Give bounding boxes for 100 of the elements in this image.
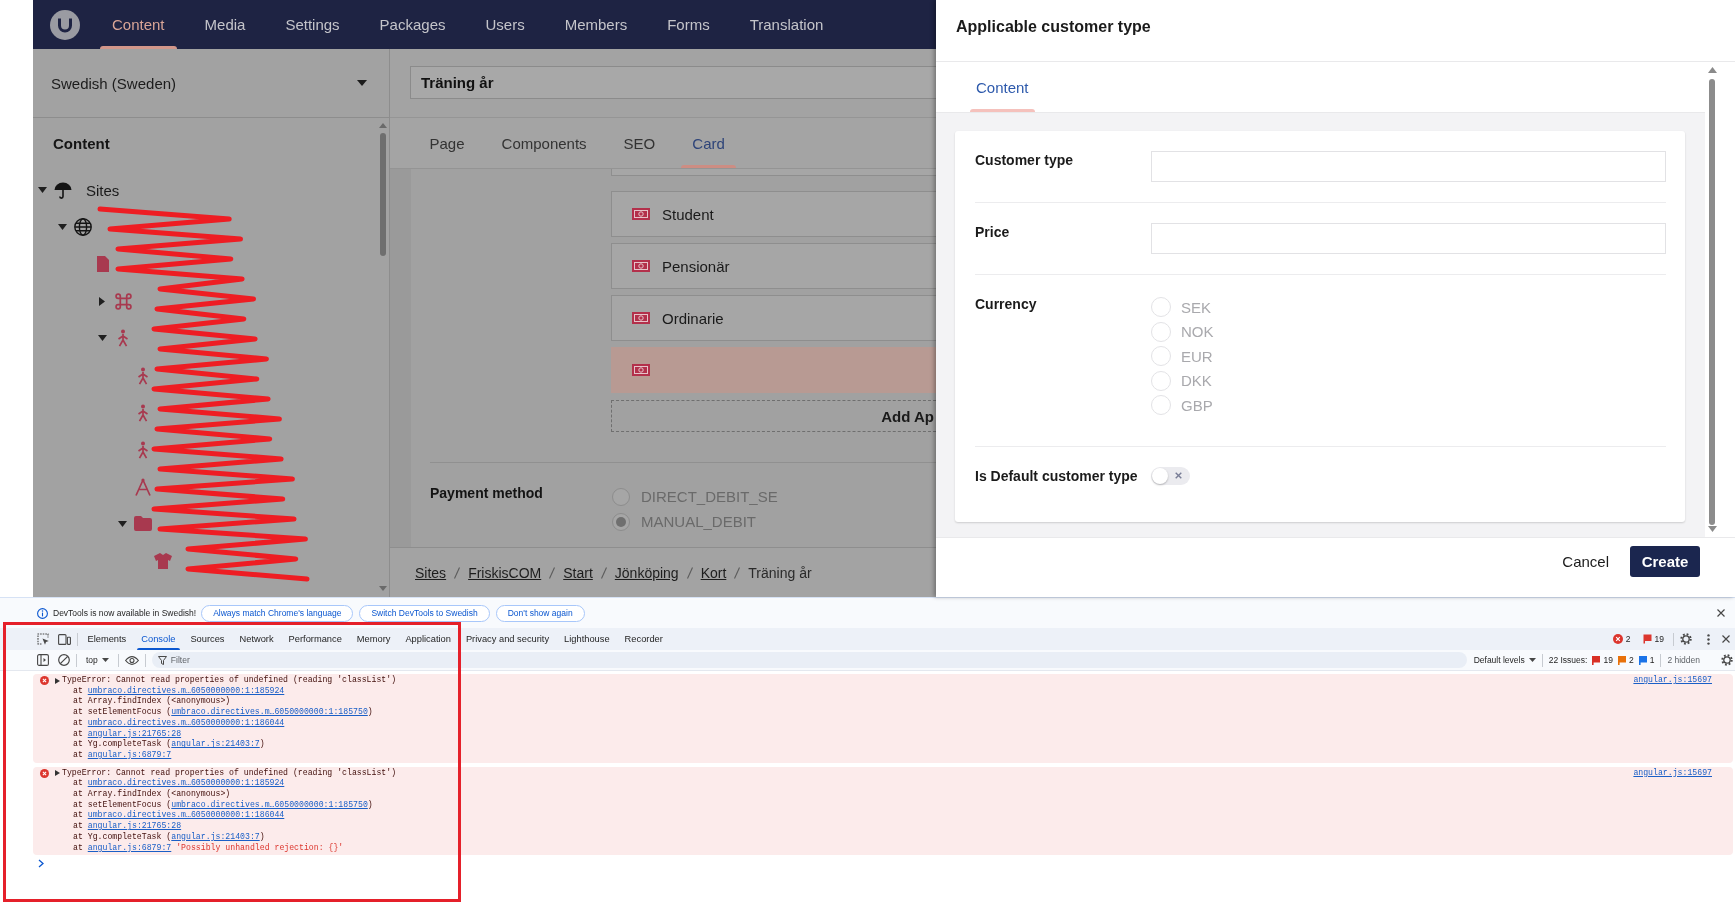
nav-tab[interactable]: Packages: [359, 0, 466, 49]
devtools-tab[interactable]: Sources: [182, 628, 232, 650]
sidebar-toggle-icon[interactable]: [37, 654, 49, 666]
context-dropdown[interactable]: top: [83, 655, 112, 665]
tab[interactable]: Card: [673, 118, 744, 168]
source-link[interactable]: umbraco.directives.m…6050000000:1:185924: [87, 778, 285, 788]
caret-right-icon[interactable]: [99, 296, 105, 306]
source-link[interactable]: angular.js:21403:7: [171, 739, 260, 749]
source-link[interactable]: angular.js:15697: [1633, 675, 1712, 686]
name-field[interactable]: Träning år: [410, 66, 936, 99]
devtools-tab[interactable]: Console: [133, 628, 183, 650]
source-link[interactable]: umbraco.directives.m…6050000000:1:185750: [171, 707, 368, 717]
caret-down-icon[interactable]: [57, 224, 67, 231]
logo-icon[interactable]: [50, 9, 80, 40]
breadcrumb-separator-icon: [600, 566, 607, 579]
list-item-card[interactable]: Student: [611, 191, 936, 237]
source-link[interactable]: angular.js:6879:7: [87, 749, 172, 759]
nav-tab[interactable]: Settings: [265, 0, 360, 49]
tab[interactable]: Components: [483, 118, 606, 168]
nav-tab[interactable]: Translation: [729, 0, 844, 49]
more-icon[interactable]: [1707, 633, 1710, 645]
infobar-button[interactable]: Switch DevTools to Swedish: [359, 604, 490, 622]
infobar-button[interactable]: Don't show again: [495, 604, 585, 622]
nav-tab[interactable]: Members: [544, 0, 648, 49]
issues-label: 22 Issues:: [1548, 655, 1588, 665]
tree-item-label[interactable]: Sites: [86, 181, 120, 199]
tab[interactable]: Page: [411, 118, 484, 168]
scroll-down-arrow-icon[interactable]: [1707, 526, 1717, 532]
compass-icon: [134, 477, 152, 496]
language-selector[interactable]: Swedish (Sweden): [33, 49, 389, 118]
source-link[interactable]: angular.js:15697: [1633, 767, 1712, 779]
settings-icon[interactable]: [1721, 654, 1733, 666]
settings-icon[interactable]: [1680, 633, 1692, 645]
issue-counter[interactable]: 19: [1639, 634, 1667, 644]
expand-triangle-icon[interactable]: [55, 677, 60, 684]
scrollbar-thumb[interactable]: [379, 133, 386, 256]
list-item-card[interactable]: Pensionär: [611, 243, 936, 289]
text-field[interactable]: [1151, 151, 1666, 182]
levels-dropdown[interactable]: Default levels: [1473, 655, 1536, 665]
nav-tab[interactable]: Content: [92, 0, 185, 49]
source-link[interactable]: angular.js:21403:7: [171, 831, 260, 841]
scroll-up-arrow-icon[interactable]: [1707, 67, 1717, 73]
tab[interactable]: SEO: [605, 118, 674, 168]
source-link[interactable]: angular.js:21765:28: [87, 821, 182, 831]
eye-icon[interactable]: [124, 655, 139, 665]
prompt-chevron-icon[interactable]: [38, 859, 44, 869]
breadcrumb-link[interactable]: Start: [563, 564, 593, 581]
source-link[interactable]: umbraco.directives.m…6050000000:1:186044: [87, 810, 285, 820]
create-button[interactable]: Create: [1630, 546, 1700, 577]
hidden-count: 2 hidden: [1667, 655, 1700, 665]
issue-counter[interactable]: 2: [1617, 655, 1634, 665]
clear-icon[interactable]: [58, 654, 70, 666]
scrollbar-thumb[interactable]: [1709, 79, 1715, 525]
devtools-tab[interactable]: Performance: [281, 628, 350, 650]
breadcrumb-link[interactable]: Jönköping: [614, 564, 679, 581]
devtools-tab[interactable]: Network: [232, 628, 282, 650]
radio-button[interactable]: [612, 512, 630, 531]
command-key-icon: [114, 292, 132, 310]
banknote-icon: [632, 364, 650, 376]
info-message: DevTools is now available in Swedish!: [53, 608, 197, 618]
error-counter[interactable]: 2: [1609, 634, 1634, 644]
radio-button[interactable]: [612, 487, 630, 506]
issue-counter[interactable]: 1: [1638, 655, 1655, 665]
caret-down-icon[interactable]: [97, 335, 107, 342]
toggle-switch[interactable]: [1151, 466, 1190, 485]
close-icon[interactable]: [1722, 635, 1730, 643]
source-link[interactable]: umbraco.directives.m…6050000000:1:185750: [171, 799, 368, 809]
infobar-button[interactable]: Always match Chrome's language: [201, 604, 354, 622]
document-icon: [96, 255, 110, 274]
close-icon[interactable]: [1717, 609, 1725, 617]
nav-tab[interactable]: Users: [465, 0, 545, 49]
list-item-card[interactable]: Ordinarie: [611, 295, 936, 341]
devtools-tab[interactable]: Elements: [80, 628, 134, 650]
tab[interactable]: Content: [970, 62, 1035, 112]
devtools-tab[interactable]: Privacy and security: [458, 628, 557, 650]
devtools-tab[interactable]: Application: [397, 628, 459, 650]
breadcrumb-link[interactable]: Kort: [700, 564, 727, 581]
field-label: Customer type: [975, 151, 1075, 170]
breadcrumb-link[interactable]: FriskisCOM: [468, 564, 542, 581]
nav-tab[interactable]: Media: [184, 0, 266, 49]
devtools-tab[interactable]: Lighthouse: [556, 628, 618, 650]
text-field[interactable]: [1151, 223, 1666, 254]
source-link[interactable]: umbraco.directives.m…6050000000:1:185924: [87, 685, 285, 695]
issue-counter[interactable]: 19: [1592, 655, 1613, 665]
stack-trace-line: at Yg.completeTask (angular.js:21403:7): [72, 739, 266, 750]
filter-field[interactable]: Filter: [151, 652, 1467, 668]
caret-down-icon[interactable]: [117, 520, 127, 527]
nav-tab[interactable]: Forms: [647, 0, 730, 49]
device-icon[interactable]: [58, 633, 71, 645]
source-link[interactable]: umbraco.directives.m…6050000000:1:186044: [87, 717, 285, 727]
breadcrumb-link[interactable]: Sites: [415, 564, 447, 581]
cancel-button[interactable]: Cancel: [1554, 546, 1617, 577]
caret-down-icon[interactable]: [37, 187, 47, 194]
inspect-icon[interactable]: [37, 633, 49, 645]
source-link[interactable]: angular.js:6879:7: [87, 842, 172, 852]
expand-triangle-icon[interactable]: [55, 770, 60, 777]
source-link[interactable]: angular.js:21765:28: [87, 728, 182, 738]
devtools-tab[interactable]: Memory: [349, 628, 398, 650]
shirt-icon: [154, 553, 172, 569]
devtools-tab[interactable]: Recorder: [617, 628, 671, 650]
